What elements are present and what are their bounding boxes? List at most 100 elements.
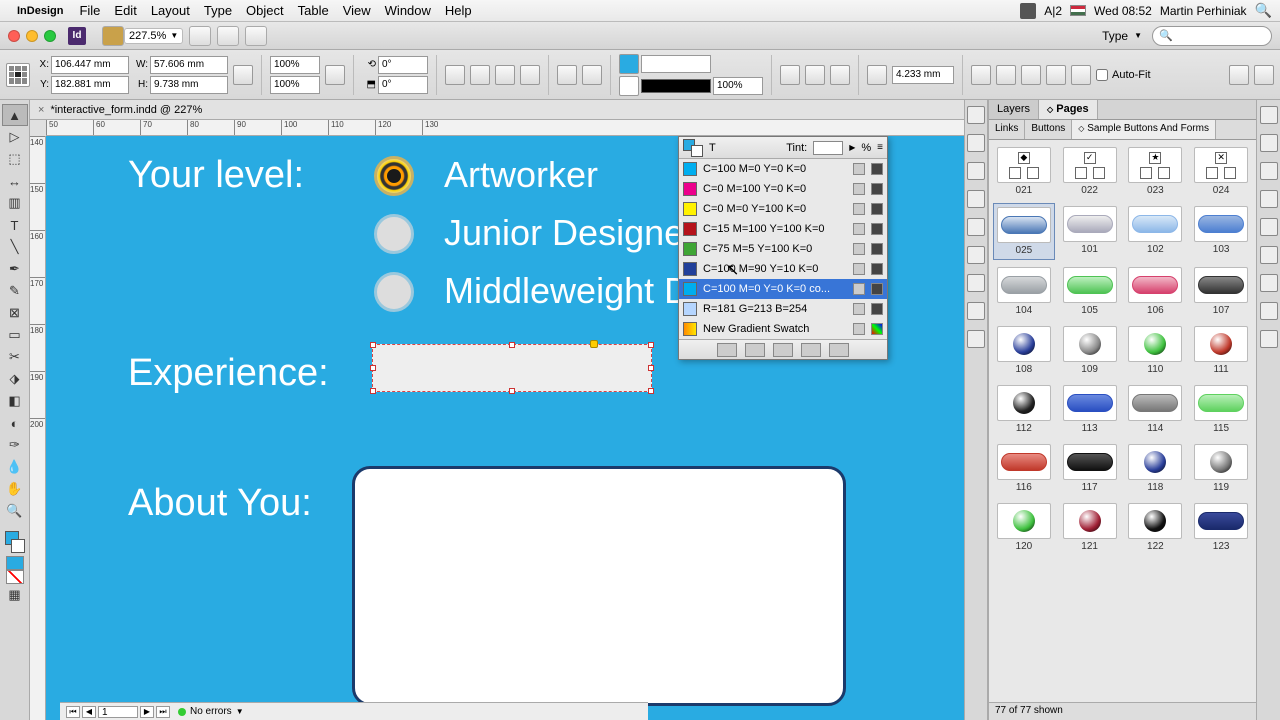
free-transform-tool[interactable]: ⬗: [2, 368, 28, 390]
fill-stroke-icon[interactable]: [2, 528, 28, 556]
content-collector-tool[interactable]: ▥: [2, 192, 28, 214]
dock-paragraph-icon[interactable]: [967, 106, 985, 124]
dock-table-icon[interactable]: [967, 330, 985, 348]
swatch-row[interactable]: C=0 M=0 Y=100 K=0: [679, 199, 887, 219]
menu-file[interactable]: File: [72, 3, 107, 18]
eyedropper-tool[interactable]: 💧: [2, 456, 28, 478]
sample-button-111[interactable]: 111: [1190, 323, 1252, 378]
sample-button-122[interactable]: 122: [1125, 500, 1187, 555]
dock-transform-icon[interactable]: [1260, 330, 1278, 348]
swatch-row[interactable]: C=100 M=0 Y=0 K=0 co...: [679, 279, 887, 299]
bridge-button[interactable]: [102, 26, 124, 46]
h-input[interactable]: 9.738 mm: [150, 76, 228, 94]
dock-object-icon[interactable]: [967, 274, 985, 292]
sample-button-117[interactable]: 117: [1059, 441, 1121, 496]
subtab-buttons[interactable]: Buttons: [1025, 120, 1072, 139]
dock-story-icon[interactable]: [967, 190, 985, 208]
apply-none-icon[interactable]: [6, 570, 24, 584]
wrap-none-icon[interactable]: [805, 65, 825, 85]
close-tab-icon[interactable]: ×: [38, 104, 44, 116]
tray-icon[interactable]: [1020, 3, 1036, 19]
gap-tool[interactable]: ↔: [2, 170, 28, 192]
sample-button-102[interactable]: 102: [1125, 203, 1187, 260]
menu-window[interactable]: Window: [378, 3, 438, 18]
new-swatch-icon[interactable]: [801, 343, 821, 357]
rectangle-frame-tool[interactable]: ⊠: [2, 302, 28, 324]
radio-junior[interactable]: [374, 214, 414, 254]
zoom-select[interactable]: 227.5%▼: [124, 28, 183, 44]
corners-icon[interactable]: [867, 65, 887, 85]
tab-pages[interactable]: ◇ Pages: [1039, 100, 1098, 119]
show-all-swatches-icon[interactable]: [717, 343, 737, 357]
sample-button-105[interactable]: 105: [1059, 264, 1121, 319]
dock-gradient-icon[interactable]: [1260, 190, 1278, 208]
y-input[interactable]: 182.881 mm: [51, 76, 129, 94]
minimize-button[interactable]: [26, 30, 38, 42]
w-input[interactable]: 57.606 mm: [150, 56, 228, 74]
workspace-label[interactable]: Type: [1102, 29, 1128, 43]
fill-prop-icon[interactable]: [1046, 65, 1066, 85]
sample-button-023[interactable]: ★023: [1125, 144, 1187, 199]
direct-selection-tool[interactable]: ▷: [2, 126, 28, 148]
rotate-ccw-icon[interactable]: [470, 65, 490, 85]
preflight-status[interactable]: No errors▼: [178, 706, 244, 717]
dock-objectstyles-icon[interactable]: [1260, 246, 1278, 264]
show-gradient-swatches-icon[interactable]: [773, 343, 793, 357]
dock-align-icon[interactable]: [1260, 274, 1278, 292]
x-input[interactable]: 106.447 mm: [51, 56, 129, 74]
zoom-button[interactable]: [44, 30, 56, 42]
show-color-swatches-icon[interactable]: [745, 343, 765, 357]
sample-button-114[interactable]: 114: [1125, 382, 1187, 437]
stroke-weight-input[interactable]: [641, 55, 711, 73]
subtab-links[interactable]: Links: [989, 120, 1025, 139]
dock-glyphs-icon[interactable]: [967, 162, 985, 180]
dock-parastyles-icon[interactable]: [967, 218, 985, 236]
sample-button-110[interactable]: 110: [1125, 323, 1187, 378]
fit-prop-icon[interactable]: [1071, 65, 1091, 85]
sample-button-112[interactable]: 112: [993, 382, 1055, 437]
shear-input[interactable]: 0°: [378, 76, 428, 94]
prev-page-button[interactable]: ◀: [82, 706, 96, 718]
flip-h-icon[interactable]: [495, 65, 515, 85]
app-name[interactable]: InDesign: [11, 5, 69, 17]
select-container-icon[interactable]: [557, 65, 577, 85]
stroke-pct[interactable]: 100%: [713, 77, 763, 95]
sample-button-119[interactable]: 119: [1190, 441, 1252, 496]
sample-button-106[interactable]: 106: [1125, 264, 1187, 319]
fx-icon[interactable]: [780, 65, 800, 85]
type-tool[interactable]: T: [2, 214, 28, 236]
dock-charstyles-icon[interactable]: [967, 246, 985, 264]
tab-layers[interactable]: Layers: [989, 100, 1039, 119]
swatch-row[interactable]: C=100 M=0 Y=0 K=0: [679, 159, 887, 179]
dock-color-icon[interactable]: [1260, 134, 1278, 152]
delete-swatch-icon[interactable]: [829, 343, 849, 357]
sample-button-021[interactable]: ◆021: [993, 144, 1055, 199]
spotlight-icon[interactable]: 🔍: [1255, 2, 1272, 19]
panel-menu-icon[interactable]: [1254, 65, 1274, 85]
sample-button-107[interactable]: 107: [1190, 264, 1252, 319]
flag-icon[interactable]: [1070, 5, 1086, 16]
fit-content-icon[interactable]: [971, 65, 991, 85]
stroke-style[interactable]: [641, 79, 711, 93]
sample-button-024[interactable]: ✕024: [1190, 144, 1252, 199]
rotate-cw-icon[interactable]: [445, 65, 465, 85]
autofit-checkbox[interactable]: [1096, 69, 1108, 81]
reference-point[interactable]: [6, 63, 30, 87]
sample-button-104[interactable]: 104: [993, 264, 1055, 319]
menu-edit[interactable]: Edit: [107, 3, 143, 18]
help-search[interactable]: 🔍: [1152, 26, 1272, 46]
gradient-feather-tool[interactable]: ◐: [2, 412, 28, 434]
constrain-icon[interactable]: [233, 65, 253, 85]
page-canvas[interactable]: Your level: Artworker Junior Designer Mi…: [46, 136, 964, 720]
radio-middle[interactable]: [374, 272, 414, 312]
sample-button-113[interactable]: 113: [1059, 382, 1121, 437]
swatch-row[interactable]: C=100 M=90 Y=10 K=0: [679, 259, 887, 279]
dock-text-icon[interactable]: [967, 302, 985, 320]
sample-button-116[interactable]: 116: [993, 441, 1055, 496]
view-options-button[interactable]: [189, 26, 211, 46]
fit-frame-icon[interactable]: [996, 65, 1016, 85]
rectangle-tool[interactable]: ▭: [2, 324, 28, 346]
sample-button-121[interactable]: 121: [1059, 500, 1121, 555]
dock-swatches-icon[interactable]: [1260, 106, 1278, 124]
sample-button-101[interactable]: 101: [1059, 203, 1121, 260]
